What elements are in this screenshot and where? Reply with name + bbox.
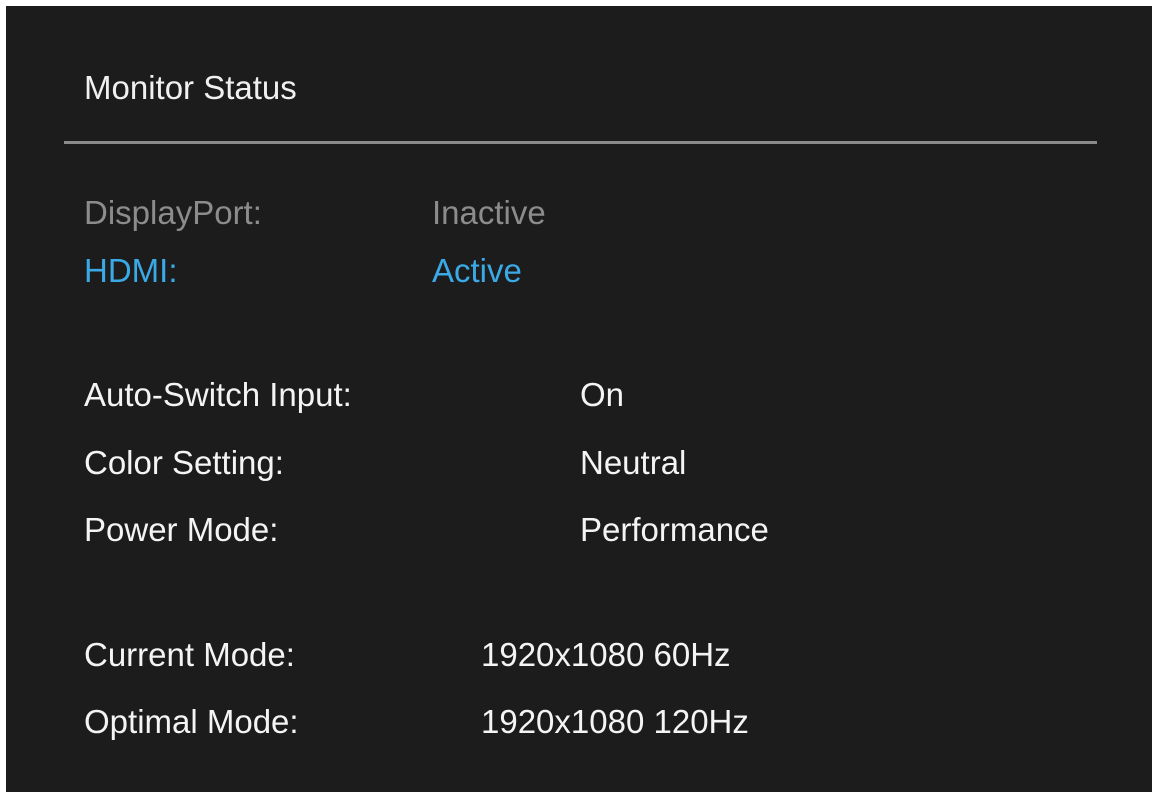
input-label-displayport: DisplayPort:	[84, 194, 262, 231]
setting-label-color: Color Setting:	[84, 444, 284, 481]
setting-value-auto-switch: On	[580, 376, 625, 413]
setting-value-power: Performance	[580, 511, 769, 548]
setting-row-color: Color Setting: Neutral	[6, 444, 1152, 492]
mode-row-optimal: Optimal Mode: 1920x1080 120Hz	[6, 703, 1152, 751]
mode-value-optimal: 1920x1080 120Hz	[481, 703, 749, 740]
input-row-displayport: DisplayPort: Inactive	[6, 194, 1152, 242]
monitor-status-panel: Monitor Status DisplayPort: Inactive HDM…	[6, 6, 1152, 792]
mode-label-optimal: Optimal Mode:	[84, 703, 299, 740]
mode-row-current: Current Mode: 1920x1080 60Hz	[6, 636, 1152, 684]
mode-value-current: 1920x1080 60Hz	[481, 636, 731, 673]
panel-title: Monitor Status	[84, 69, 297, 106]
mode-label-current: Current Mode:	[84, 636, 295, 673]
input-row-hdmi: HDMI: Active	[6, 252, 1152, 300]
setting-label-auto-switch: Auto-Switch Input:	[84, 376, 352, 413]
setting-row-power: Power Mode: Performance	[6, 511, 1152, 559]
input-label-hdmi: HDMI:	[84, 252, 178, 289]
title-divider	[64, 141, 1097, 144]
setting-value-color: Neutral	[580, 444, 687, 481]
setting-label-power: Power Mode:	[84, 511, 279, 548]
input-status-displayport: Inactive	[432, 194, 546, 231]
setting-row-auto-switch: Auto-Switch Input: On	[6, 376, 1152, 424]
input-status-hdmi: Active	[432, 252, 522, 289]
screen: Monitor Status DisplayPort: Inactive HDM…	[0, 0, 1158, 798]
